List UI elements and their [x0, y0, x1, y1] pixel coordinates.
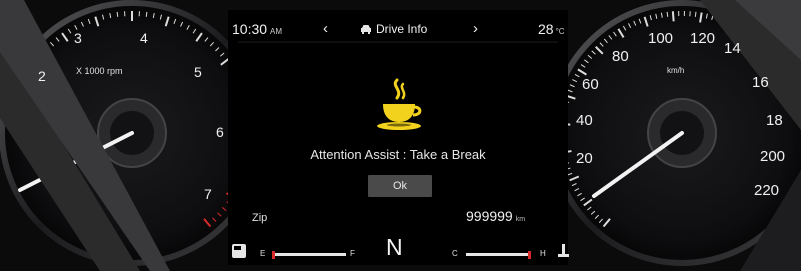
alert-message: Attention Assist : Take a Break — [310, 147, 486, 162]
trip-label: Zip — [252, 212, 268, 224]
instrument-cluster: X 1000 rpm 2 3 4 5 6 7 km/h 20 40 60 80 100 120 14 1… — [0, 0, 801, 271]
tachometer-unit-label: X 1000 rpm — [76, 66, 123, 76]
temp-hot-label: H — [540, 249, 546, 258]
gauge-tick — [666, 11, 669, 17]
tachometer-tick-label: 4 — [140, 30, 148, 46]
odometer-value: 999999 — [466, 208, 513, 224]
speedometer-tick-label: 80 — [612, 48, 629, 65]
speedometer-tick-label: 14 — [724, 40, 741, 57]
chevron-left-icon[interactable]: ‹ — [323, 20, 328, 37]
clock-time: 10:30 — [232, 21, 268, 37]
gauge-tick — [694, 11, 697, 17]
speedometer-tick-label: 120 — [690, 30, 716, 47]
gauge-tick — [145, 11, 148, 17]
speedometer-tick-label: 20 — [576, 150, 593, 167]
center-display: 10:30 AM ‹ Drive Info › 28 °C Attention As… — [228, 10, 568, 265]
chevron-right-icon[interactable]: › — [473, 20, 478, 37]
car-icon — [361, 25, 371, 34]
info-header: 10:30 AM ‹ Drive Info › 28 °C — [228, 20, 568, 43]
speedometer-tick-label: 40 — [576, 112, 593, 129]
coffee-cup-icon — [377, 78, 422, 130]
gauge-tick — [671, 11, 675, 22]
speedometer-tick-label: 100 — [648, 30, 674, 47]
gauge-tick — [116, 11, 119, 17]
temperature-value: 28 — [538, 21, 554, 37]
tachometer-tick-label: 3 — [74, 30, 82, 46]
odometer-unit: km — [515, 216, 526, 223]
tachometer-tick-label: 5 — [194, 64, 202, 80]
fuel-full-label: F — [350, 249, 355, 258]
speedometer-unit-label: km/h — [667, 66, 685, 75]
outside-temperature: 28 °C — [538, 21, 565, 37]
tachometer-tick-label: 7 — [204, 186, 212, 202]
speedometer-tick-label: 18 — [766, 112, 783, 129]
speedometer-tick-label: 220 — [754, 182, 780, 199]
ok-button[interactable]: Ok — [368, 175, 432, 197]
temp-cold-label: C — [452, 249, 458, 258]
speedometer-tick-label: 16 — [752, 74, 769, 91]
speedometer-tick-label: 200 — [760, 148, 786, 165]
temperature-unit: °C — [555, 27, 565, 36]
clock: 10:30 AM — [232, 21, 282, 37]
gear-indicator: N — [386, 234, 403, 260]
screen-title: Drive Info — [376, 22, 428, 36]
odometer: 999999 km — [466, 208, 525, 224]
fuel-empty-label: E — [260, 249, 266, 258]
speedometer-tick-label: 60 — [582, 76, 599, 93]
tachometer-tick-label: 2 — [38, 68, 46, 84]
tachometer-tick-label: 6 — [216, 124, 224, 140]
clock-suffix: AM — [270, 27, 283, 36]
